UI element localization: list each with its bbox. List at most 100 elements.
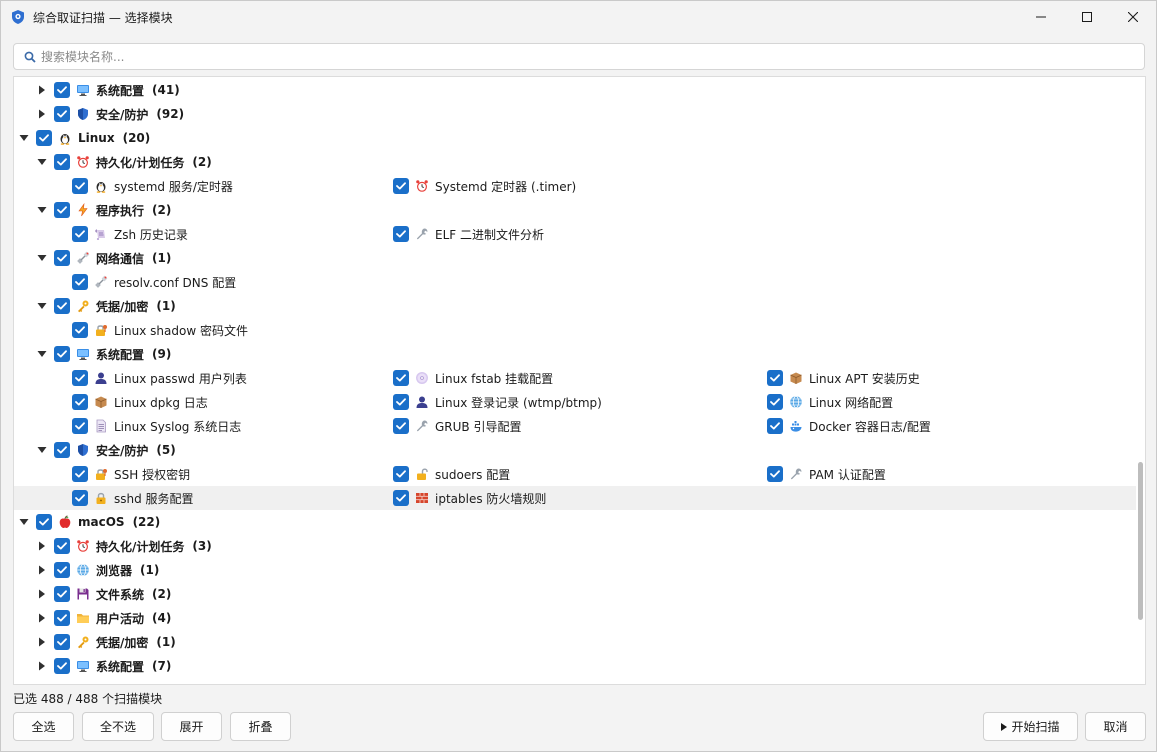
module-checkbox[interactable]: [72, 178, 88, 194]
module-item[interactable]: Linux 网络配置: [789, 390, 893, 414]
module-item[interactable]: Linux fstab 挂载配置: [415, 366, 553, 390]
module-checkbox[interactable]: [72, 370, 88, 386]
title-bar[interactable]: 综合取证扫描 — 选择模块: [1, 1, 1156, 33]
category-row[interactable]: 安全/防护 (5): [14, 438, 1136, 462]
module-checkbox[interactable]: [72, 466, 88, 482]
expand-arrow-icon[interactable]: [36, 588, 48, 600]
module-item[interactable]: Linux Syslog 系统日志: [94, 414, 241, 438]
tree-node[interactable]: 安全/防护 (92): [76, 102, 184, 126]
platform-row[interactable]: macOS (22): [14, 510, 1136, 534]
module-checkbox[interactable]: [72, 490, 88, 506]
collapse-arrow-icon[interactable]: [36, 252, 48, 264]
module-item[interactable]: sshd 服务配置: [94, 486, 194, 510]
category-checkbox[interactable]: [54, 610, 70, 626]
module-item[interactable]: iptables 防火墙规则: [415, 486, 546, 510]
category-row[interactable]: 凭据/加密 (1): [14, 294, 1136, 318]
tree-node[interactable]: 系统配置 (41): [76, 78, 180, 102]
select-all-button[interactable]: 全选: [13, 712, 74, 741]
module-item[interactable]: SSH 授权密钥: [94, 462, 190, 486]
search-box[interactable]: [13, 43, 1145, 70]
module-row[interactable]: SSH 授权密钥 sudoers 配置 PAM 认证配置: [14, 462, 1136, 486]
tree-node[interactable]: Linux (20): [58, 126, 150, 150]
module-checkbox[interactable]: [72, 322, 88, 338]
minimize-button[interactable]: [1018, 1, 1064, 33]
tree-node[interactable]: 持久化/计划任务 (3): [76, 534, 212, 558]
tree-node[interactable]: 程序执行 (2): [76, 198, 171, 222]
module-checkbox[interactable]: [393, 466, 409, 482]
tree-node[interactable]: 文件系统 (2): [76, 582, 171, 606]
category-checkbox[interactable]: [54, 250, 70, 266]
module-row[interactable]: Linux dpkg 日志 Linux 登录记录 (wtmp/btmp) Linux…: [14, 390, 1136, 414]
tree-node[interactable]: 安全/防护 (5): [76, 438, 176, 462]
module-item[interactable]: GRUB 引导配置: [415, 414, 521, 438]
collapse-arrow-icon[interactable]: [36, 300, 48, 312]
collapse-arrow-icon[interactable]: [36, 204, 48, 216]
category-row[interactable]: 文件系统 (2): [14, 582, 1136, 606]
collapse-arrow-icon[interactable]: [18, 132, 30, 144]
tree-node[interactable]: 凭据/加密 (1): [76, 630, 176, 654]
category-row[interactable]: 系统配置 (9): [14, 342, 1136, 366]
category-checkbox[interactable]: [54, 82, 70, 98]
close-button[interactable]: [1110, 1, 1156, 33]
category-row[interactable]: 浏览器 (1): [14, 558, 1136, 582]
cancel-button[interactable]: 取消: [1085, 712, 1146, 741]
module-item[interactable]: Linux shadow 密码文件: [94, 318, 248, 342]
search-input[interactable]: [41, 45, 1144, 68]
module-row[interactable]: Linux passwd 用户列表 Linux fstab 挂载配置 Linux A…: [14, 366, 1136, 390]
module-checkbox[interactable]: [767, 370, 783, 386]
category-checkbox[interactable]: [54, 658, 70, 674]
category-row[interactable]: 安全/防护 (92): [14, 102, 1136, 126]
category-checkbox[interactable]: [54, 298, 70, 314]
category-row[interactable]: 持久化/计划任务 (3): [14, 534, 1136, 558]
module-item[interactable]: Docker 容器日志/配置: [789, 414, 931, 438]
expand-arrow-icon[interactable]: [36, 84, 48, 96]
module-checkbox[interactable]: [72, 394, 88, 410]
platform-row[interactable]: Linux (20): [14, 126, 1136, 150]
module-row[interactable]: Linux Syslog 系统日志 GRUB 引导配置 Docker 容器日志/配置: [14, 414, 1136, 438]
module-row[interactable]: systemd 服务/定时器 Systemd 定时器 (.timer): [14, 174, 1136, 198]
platform-checkbox[interactable]: [36, 514, 52, 530]
category-checkbox[interactable]: [54, 634, 70, 650]
category-checkbox[interactable]: [54, 106, 70, 122]
module-item[interactable]: Zsh 历史记录: [94, 222, 188, 246]
expand-arrow-icon[interactable]: [36, 108, 48, 120]
expand-arrow-icon[interactable]: [36, 540, 48, 552]
tree-node[interactable]: 用户活动 (4): [76, 606, 171, 630]
collapse-arrow-icon[interactable]: [36, 156, 48, 168]
category-row[interactable]: 网络通信 (1): [14, 246, 1136, 270]
tree-scrollbar-thumb[interactable]: [1138, 462, 1143, 620]
category-checkbox[interactable]: [54, 586, 70, 602]
module-checkbox[interactable]: [393, 394, 409, 410]
tree-node[interactable]: 持久化/计划任务 (2): [76, 150, 212, 174]
tree-node[interactable]: 网络通信 (1): [76, 246, 171, 270]
module-item[interactable]: ELF 二进制文件分析: [415, 222, 544, 246]
category-row[interactable]: 凭据/加密 (1): [14, 630, 1136, 654]
category-checkbox[interactable]: [54, 202, 70, 218]
category-row[interactable]: 系统配置 (41): [14, 78, 1136, 102]
tree-node[interactable]: macOS (22): [58, 510, 160, 534]
module-item[interactable]: Systemd 定时器 (.timer): [415, 174, 576, 198]
category-checkbox[interactable]: [54, 538, 70, 554]
collapse-button[interactable]: 折叠: [230, 712, 291, 741]
category-checkbox[interactable]: [54, 346, 70, 362]
module-item[interactable]: PAM 认证配置: [789, 462, 886, 486]
expand-button[interactable]: 展开: [161, 712, 222, 741]
module-row[interactable]: Zsh 历史记录 ELF 二进制文件分析: [14, 222, 1136, 246]
module-checkbox[interactable]: [72, 418, 88, 434]
expand-arrow-icon[interactable]: [36, 660, 48, 672]
start-scan-button[interactable]: 开始扫描: [983, 712, 1078, 741]
tree-node[interactable]: 系统配置 (9): [76, 342, 171, 366]
collapse-arrow-icon[interactable]: [36, 348, 48, 360]
module-checkbox[interactable]: [72, 226, 88, 242]
module-checkbox[interactable]: [767, 418, 783, 434]
tree-node[interactable]: 凭据/加密 (1): [76, 294, 176, 318]
module-checkbox[interactable]: [393, 370, 409, 386]
module-tree[interactable]: 系统配置 (41) 安全/防护 (92) Linux (20) 持久化/计划任务 (2) sys…: [13, 76, 1146, 685]
select-none-button[interactable]: 全不选: [82, 712, 154, 741]
tree-node[interactable]: 系统配置 (7): [76, 654, 171, 678]
module-row[interactable]: Linux shadow 密码文件: [14, 318, 1136, 342]
category-row[interactable]: 系统配置 (7): [14, 654, 1136, 678]
collapse-arrow-icon[interactable]: [18, 516, 30, 528]
module-checkbox[interactable]: [393, 418, 409, 434]
module-item[interactable]: sudoers 配置: [415, 462, 510, 486]
